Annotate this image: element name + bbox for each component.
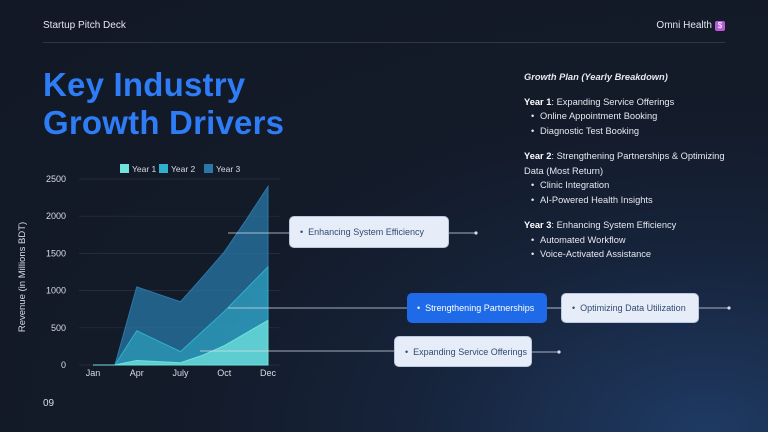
- legend-swatch: [204, 164, 213, 173]
- y-tick-label: 500: [51, 323, 66, 333]
- x-tick-label: Apr: [130, 368, 144, 378]
- y-tick-label: 2000: [46, 211, 66, 221]
- callout-data: • Optimizing Data Utilization: [561, 293, 699, 323]
- plan-year-label: Year 1: [524, 96, 552, 107]
- callout-efficiency-label: Enhancing System Efficiency: [308, 227, 425, 237]
- y-tick-label: 1000: [46, 286, 66, 296]
- y-tick-label: 1500: [46, 248, 66, 258]
- list-item: Automated Workflow: [531, 233, 734, 248]
- callout-partnerships-label: Strengthening Partnerships: [425, 303, 535, 313]
- bullet-dot: •: [300, 227, 304, 237]
- legend-swatch: [159, 164, 168, 173]
- legend-label: Year 1: [132, 164, 157, 174]
- plan-year-label: Year 2: [524, 151, 552, 161]
- connector-end-dot: [474, 231, 478, 235]
- plan-year-desc: : Strengthening Partnerships & Optimizin…: [524, 151, 725, 176]
- legend-swatch: [120, 164, 129, 173]
- page-number: 09: [43, 398, 55, 409]
- growth-plan-title: Growth Plan (Yearly Breakdown): [524, 72, 668, 82]
- callout-data-label: Optimizing Data Utilization: [580, 303, 686, 313]
- callout-services-label: Expanding Service Offerings: [413, 346, 528, 357]
- list-item: Voice-Activated Assistance: [531, 247, 734, 262]
- plan-year-2: Year 2: Strengthening Partnerships & Opt…: [524, 149, 734, 207]
- plan-year-1: Year 1: Expanding Service Offerings Onli…: [524, 95, 734, 139]
- plan-year-desc: : Enhancing System Efficiency: [551, 220, 677, 230]
- growth-plan: Growth Plan (Yearly Breakdown) Year 1: E…: [524, 70, 734, 273]
- bullet-dot: •: [417, 303, 421, 313]
- x-tick-label: Dec: [260, 368, 277, 378]
- list-item: Diagnostic Test Booking: [531, 124, 734, 139]
- legend-label: Year 3: [216, 164, 241, 174]
- connector-end-dot: [557, 350, 561, 354]
- callout-services: • Expanding Service Offerings: [394, 336, 532, 367]
- y-axis-label: Revenue (in Millions BDT): [17, 222, 28, 332]
- bullet-dot: •: [572, 303, 576, 313]
- list-item: AI-Powered Health Insights: [531, 193, 734, 208]
- list-item: Online Appointment Booking: [531, 109, 734, 124]
- plan-year-desc: : Expanding Service Offerings: [551, 96, 675, 107]
- x-tick-label: July: [172, 368, 189, 378]
- x-tick-label: Jan: [86, 368, 101, 378]
- bullet-dot: •: [405, 346, 409, 357]
- plan-year-label: Year 3: [524, 220, 552, 230]
- connector-end-dot: [727, 306, 731, 310]
- y-tick-label: 2500: [46, 174, 66, 184]
- list-item: Clinic Integration: [531, 178, 734, 193]
- y-tick-label: 0: [61, 360, 66, 370]
- plan-year-3: Year 3: Enhancing System Efficiency Auto…: [524, 218, 734, 262]
- legend-label: Year 2: [171, 164, 196, 174]
- callout-efficiency: • Enhancing System Efficiency: [289, 216, 449, 248]
- callout-partnerships: • Strengthening Partnerships: [407, 293, 547, 323]
- x-tick-label: Oct: [217, 368, 232, 378]
